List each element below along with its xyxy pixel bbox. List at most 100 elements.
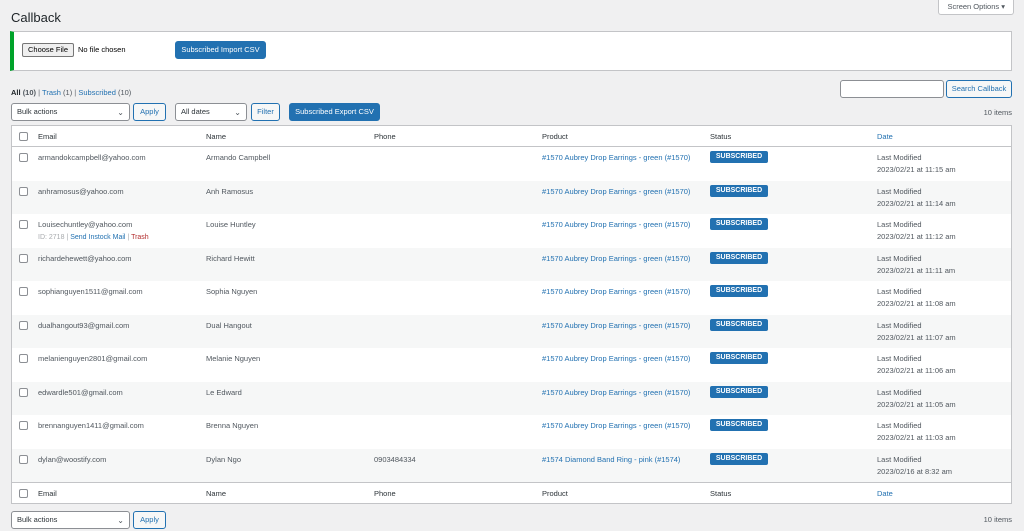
- status-badge: SUBSCRIBED: [710, 285, 768, 297]
- apply-button-bottom[interactable]: Apply: [133, 511, 166, 529]
- table-row: brennanguyen1411@gmail.com Brenna Nguyen #…: [12, 415, 1011, 449]
- row-checkbox[interactable]: [19, 220, 28, 229]
- cell-date-label: Last Modified: [877, 153, 922, 162]
- cell-date-label: Last Modified: [877, 253, 922, 263]
- table-row: anhramosus@yahoo.com Anh Ramosus #1570 Aub…: [12, 180, 1011, 214]
- view-trash-label: Trash: [42, 88, 61, 97]
- cell-name: Richard Hewitt: [206, 253, 255, 263]
- choose-file-button[interactable]: Choose File: [22, 43, 75, 57]
- table-row: richardehewett@yahoo.com Richard Hewitt #1…: [12, 247, 1011, 281]
- status-badge: SUBSCRIBED: [710, 218, 768, 230]
- cell-product-link[interactable]: #1570 Aubrey Drop Earrings - green (#157…: [542, 254, 690, 263]
- bulk-actions-select-bottom[interactable]: Bulk actions ⌄: [11, 511, 130, 529]
- table-row: melanienguyen2801@gmail.com Melanie Nguye…: [12, 348, 1011, 382]
- cell-date-label: Last Modified: [877, 287, 922, 296]
- column-email: Email: [38, 489, 57, 498]
- row-actions-separator: |: [66, 234, 69, 241]
- cell-product-link[interactable]: #1570 Aubrey Drop Earrings - green (#157…: [542, 354, 690, 363]
- cell-date-label: Last Modified: [877, 387, 922, 397]
- trash-link[interactable]: Trash: [131, 234, 149, 241]
- cell-email[interactable]: sophianguyen1511@gmail.com: [38, 287, 143, 296]
- view-subscribed-label: Subscribed: [78, 88, 116, 97]
- cell-product-link[interactable]: #1570 Aubrey Drop Earrings - green (#157…: [542, 153, 690, 162]
- row-checkbox[interactable]: [19, 153, 28, 162]
- view-trash-count: (1): [63, 88, 73, 97]
- bulk-actions-select[interactable]: Bulk actions ⌄: [11, 103, 130, 121]
- search-input[interactable]: [840, 80, 944, 98]
- select-all-checkbox[interactable]: [19, 132, 28, 141]
- cell-date: 2023/02/21 at 11:06 am: [877, 366, 956, 375]
- row-checkbox[interactable]: [19, 320, 28, 330]
- cell-date: 2023/02/21 at 11:14 am: [877, 198, 956, 208]
- cell-email[interactable]: dylan@woostify.com: [38, 455, 106, 464]
- cell-email[interactable]: dualhangout93@gmail.com: [38, 321, 129, 330]
- status-badge: SUBSCRIBED: [710, 251, 768, 264]
- column-name: Name: [206, 489, 227, 498]
- dates-select[interactable]: All dates ⌄: [175, 103, 247, 121]
- status-badge: SUBSCRIBED: [710, 184, 768, 197]
- cell-product-link[interactable]: #1570 Aubrey Drop Earrings - green (#157…: [542, 287, 690, 296]
- view-subscribed-count: (10): [117, 88, 132, 97]
- filter-button[interactable]: Filter: [251, 103, 280, 121]
- status-badge: SUBSCRIBED: [710, 452, 768, 465]
- row-checkbox[interactable]: [19, 287, 28, 296]
- cell-email[interactable]: melanienguyen2801@gmail.com: [38, 354, 147, 363]
- import-csv-button[interactable]: Subscribed Import CSV: [175, 41, 266, 59]
- cell-product-link[interactable]: #1570 Aubrey Drop Earrings - green (#157…: [542, 220, 690, 229]
- items-count: 10 items: [983, 108, 1012, 117]
- cell-date: 2023/02/21 at 11:08 am: [877, 299, 956, 308]
- column-date[interactable]: Date: [877, 489, 893, 498]
- dates-value: All dates: [181, 107, 210, 116]
- view-subscribed[interactable]: Subscribed (10): [78, 88, 131, 97]
- row-id: ID: 2718: [38, 234, 65, 241]
- table-row: edwardle501@gmail.com Le Edward #1570 Aubr…: [12, 381, 1011, 415]
- table-row: sophianguyen1511@gmail.com Sophia Nguyen #…: [12, 281, 1011, 315]
- cell-email[interactable]: anhramosus@yahoo.com: [38, 187, 124, 196]
- view-all[interactable]: All (10): [11, 88, 36, 97]
- cell-date: 2023/02/21 at 11:05 am: [877, 399, 956, 409]
- row-checkbox[interactable]: [19, 186, 28, 196]
- row-checkbox[interactable]: [19, 454, 28, 464]
- chevron-down-icon: ⌄: [234, 108, 241, 117]
- cell-email[interactable]: richardehewett@yahoo.com: [38, 254, 132, 263]
- cell-product-link[interactable]: #1574 Diamond Band Ring - pink (#1574): [542, 455, 680, 464]
- cell-email[interactable]: armandokcampbell@yahoo.com: [38, 153, 146, 162]
- caret-down-icon: ▾: [1001, 2, 1005, 11]
- column-name: Name: [206, 132, 227, 141]
- cell-product-link[interactable]: #1570 Aubrey Drop Earrings - green (#157…: [542, 187, 690, 196]
- row-checkbox[interactable]: [19, 387, 28, 397]
- cell-date: 2023/02/16 at 8:32 am: [877, 466, 953, 476]
- row-checkbox[interactable]: [19, 421, 28, 430]
- row-checkbox[interactable]: [19, 253, 28, 263]
- apply-button[interactable]: Apply: [133, 103, 166, 121]
- chevron-down-icon: ⌄: [117, 108, 124, 117]
- search-button[interactable]: Search Callback: [946, 80, 1012, 98]
- status-badge: SUBSCRIBED: [710, 318, 768, 331]
- send-instock-mail-link[interactable]: Send Instock Mail: [70, 234, 125, 241]
- cell-product-link[interactable]: #1570 Aubrey Drop Earrings - green (#157…: [542, 421, 690, 430]
- cell-product-link[interactable]: #1570 Aubrey Drop Earrings - green (#157…: [542, 388, 690, 397]
- cell-date: 2023/02/21 at 11:12 am: [877, 232, 956, 241]
- row-actions: ID: 2718 | Send Instock Mail | Trash: [38, 234, 149, 241]
- column-status: Status: [710, 132, 732, 141]
- cell-email[interactable]: Louisechuntley@yahoo.com: [38, 220, 132, 229]
- view-trash[interactable]: Trash (1): [42, 88, 72, 97]
- status-badge: SUBSCRIBED: [710, 419, 768, 431]
- view-filters: All (10) | Trash (1) | Subscribed (10): [11, 88, 131, 97]
- cell-product-link[interactable]: #1570 Aubrey Drop Earrings - green (#157…: [542, 321, 690, 330]
- cell-date: 2023/02/21 at 11:03 am: [877, 433, 956, 442]
- cell-name: Armando Campbell: [206, 153, 271, 162]
- table-header: Email Name Phone Product Status Date: [12, 126, 1011, 147]
- cell-email[interactable]: edwardle501@gmail.com: [38, 388, 123, 397]
- import-panel: Choose File No file chosen Subscribed Im…: [10, 31, 1012, 71]
- page-title: Callback: [11, 10, 61, 25]
- cell-email[interactable]: brennanguyen1411@gmail.com: [38, 421, 144, 430]
- column-date[interactable]: Date: [877, 132, 893, 141]
- file-status: No file chosen: [78, 45, 126, 54]
- table-footer: Email Name Phone Product Status Date: [12, 482, 1011, 503]
- export-csv-button[interactable]: Subscribed Export CSV: [289, 103, 380, 121]
- row-checkbox[interactable]: [19, 354, 28, 363]
- screen-options-button[interactable]: Screen Options ▾: [938, 0, 1014, 15]
- select-all-checkbox[interactable]: [19, 489, 28, 498]
- items-count-bottom: 10 items: [983, 515, 1012, 524]
